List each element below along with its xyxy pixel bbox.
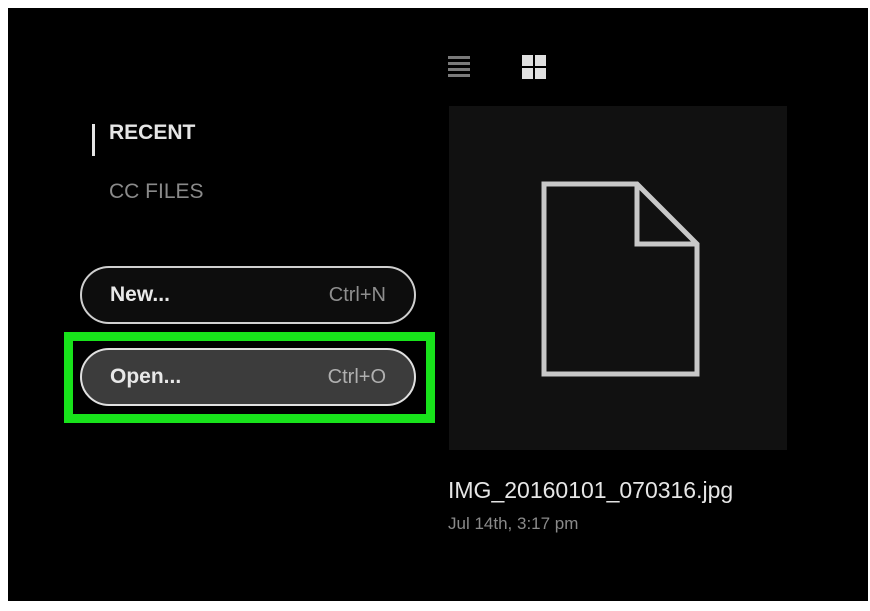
file-name[interactable]: IMG_20160101_070316.jpg [448, 477, 733, 504]
open-button-label: Open... [110, 365, 182, 388]
file-thumbnail[interactable] [449, 106, 787, 450]
open-button[interactable]: Open... Ctrl+O [80, 348, 416, 406]
nav-item-recent[interactable]: RECENT [109, 121, 195, 145]
start-screen: RECENT CC FILES New... Ctrl+N Open... Ct… [8, 8, 868, 601]
grid-view-icon[interactable] [520, 53, 548, 81]
open-shortcut-label: Ctrl+O [327, 366, 386, 388]
document-icon [541, 181, 700, 377]
active-nav-indicator [92, 124, 95, 156]
new-shortcut-label: Ctrl+N [328, 284, 386, 306]
file-modified-date: Jul 14th, 3:17 pm [448, 514, 579, 533]
list-view-icon[interactable] [446, 53, 474, 81]
nav-item-cc-files[interactable]: CC FILES [109, 180, 204, 204]
new-button[interactable]: New... Ctrl+N [80, 266, 416, 324]
new-button-label: New... [110, 283, 170, 306]
